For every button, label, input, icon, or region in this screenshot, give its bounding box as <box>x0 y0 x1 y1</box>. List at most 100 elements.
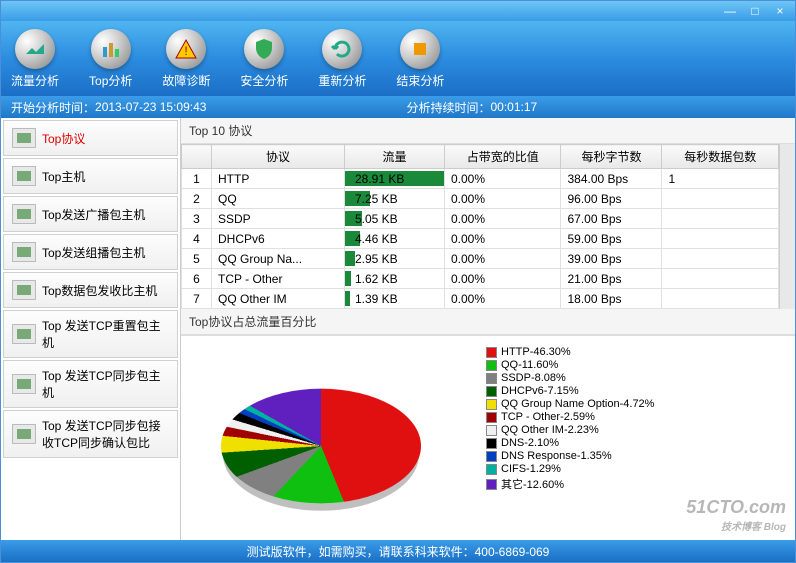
legend-item: QQ Group Name Option-4.72% <box>486 398 654 410</box>
table-row[interactable]: 6 TCP - Other 1.62 KB 0.00% 21.00 Bps <box>182 269 779 289</box>
list-icon <box>12 324 36 344</box>
cell-protocol: HTTP <box>212 169 345 189</box>
table-row[interactable]: 7 QQ Other IM 1.39 KB 0.00% 18.00 Bps <box>182 289 779 309</box>
legend-item: TCP - Other-2.59% <box>486 411 654 423</box>
row-index: 1 <box>182 169 212 189</box>
table-row[interactable]: 3 SSDP 5.05 KB 0.00% 67.00 Bps <box>182 209 779 229</box>
sidebar-label: Top 发送TCP重置包主机 <box>42 317 169 351</box>
table-scrollbar[interactable] <box>779 144 795 309</box>
cell-protocol: QQ Other IM <box>212 289 345 309</box>
cell-bps: 21.00 Bps <box>561 269 662 289</box>
toolbar-label: 结束分析 <box>396 72 444 89</box>
legend-label: DNS-2.10% <box>501 437 559 449</box>
table-row[interactable]: 2 QQ 7.25 KB 0.00% 96.00 Bps <box>182 189 779 209</box>
footer-text: 测试版软件，如需购买，请联系科来软件：400-6869-069 <box>247 543 550 560</box>
table-row[interactable]: 4 DHCPv6 4.46 KB 0.00% 59.00 Bps <box>182 229 779 249</box>
toolbar-item-0[interactable]: 流量分析 <box>11 29 59 89</box>
row-index: 3 <box>182 209 212 229</box>
legend-label: QQ Other IM-2.23% <box>501 424 599 436</box>
legend-swatch <box>486 386 497 397</box>
sidebar-item-3[interactable]: Top发送组播包主机 <box>3 234 178 270</box>
toolbar-item-2[interactable]: !故障诊断 <box>162 29 210 89</box>
toolbar-label: 重新分析 <box>318 72 366 89</box>
warn-icon: ! <box>166 29 206 69</box>
row-index: 7 <box>182 289 212 309</box>
close-button[interactable]: × <box>770 4 790 18</box>
legend-swatch <box>486 464 497 475</box>
row-index: 2 <box>182 189 212 209</box>
table-header[interactable]: 流量 <box>344 145 444 169</box>
toolbar-item-3[interactable]: 安全分析 <box>240 29 288 89</box>
cell-protocol: SSDP <box>212 209 345 229</box>
sidebar-item-0[interactable]: Top协议 <box>3 120 178 156</box>
table-row[interactable]: 5 QQ Group Na... 2.95 KB 0.00% 39.00 Bps <box>182 249 779 269</box>
sidebar-label: Top发送广播包主机 <box>42 206 145 223</box>
cell-traffic: 2.95 KB <box>344 249 444 269</box>
duration-value: 00:01:17 <box>490 100 537 114</box>
sidebar: Top协议 Top主机 Top发送广播包主机 Top发送组播包主机 Top数据包发收比主… <box>1 118 181 540</box>
legend-item: QQ-11.60% <box>486 359 654 371</box>
cell-bps: 96.00 Bps <box>561 189 662 209</box>
cell-bandwidth: 0.00% <box>444 229 561 249</box>
cell-protocol: QQ <box>212 189 345 209</box>
cell-bps: 384.00 Bps <box>561 169 662 189</box>
sidebar-label: Top 发送TCP同步包接收TCP同步确认包比 <box>42 417 169 451</box>
shield-icon <box>244 29 284 69</box>
start-time-label: 开始分析时间： <box>11 99 95 116</box>
legend-swatch <box>486 347 497 358</box>
cell-protocol: DHCPv6 <box>212 229 345 249</box>
legend-label: TCP - Other-2.59% <box>501 411 595 423</box>
sidebar-item-5[interactable]: Top 发送TCP重置包主机 <box>3 310 178 358</box>
titlebar: — □ × <box>1 1 795 21</box>
cell-traffic: 4.46 KB <box>344 229 444 249</box>
cell-bandwidth: 0.00% <box>444 189 561 209</box>
list-icon <box>12 204 36 224</box>
cell-traffic: 1.62 KB <box>344 269 444 289</box>
sidebar-item-1[interactable]: Top主机 <box>3 158 178 194</box>
cell-bandwidth: 0.00% <box>444 269 561 289</box>
sidebar-label: Top协议 <box>42 130 85 147</box>
cell-pps: 1 <box>662 169 779 189</box>
cell-bps: 18.00 Bps <box>561 289 662 309</box>
sidebar-label: Top发送组播包主机 <box>42 244 145 261</box>
table-header[interactable]: 每秒字节数 <box>561 145 662 169</box>
legend-item: DNS-2.10% <box>486 437 654 449</box>
table-row[interactable]: 1 HTTP 28.91 KB 0.00% 384.00 Bps 1 <box>182 169 779 189</box>
sidebar-item-7[interactable]: Top 发送TCP同步包接收TCP同步确认包比 <box>3 410 178 458</box>
chart-legend: HTTP-46.30%QQ-11.60%SSDP-8.08%DHCPv6-7.1… <box>486 346 654 530</box>
toolbar-item-1[interactable]: Top分析 <box>89 29 132 89</box>
table-header[interactable] <box>182 145 212 169</box>
minimize-button[interactable]: — <box>720 4 740 18</box>
table-header[interactable]: 每秒数据包数 <box>662 145 779 169</box>
legend-swatch <box>486 438 497 449</box>
legend-label: SSDP-8.08% <box>501 372 566 384</box>
legend-item: SSDP-8.08% <box>486 372 654 384</box>
protocol-table: 协议流量占带宽的比值每秒字节数每秒数据包数 1 HTTP 28.91 KB 0.… <box>181 144 779 309</box>
table-wrapper[interactable]: 协议流量占带宽的比值每秒字节数每秒数据包数 1 HTTP 28.91 KB 0.… <box>181 144 795 309</box>
table-header[interactable]: 占带宽的比值 <box>444 145 561 169</box>
cell-pps <box>662 209 779 229</box>
cell-protocol: TCP - Other <box>212 269 345 289</box>
chart-area: HTTP-46.30%QQ-11.60%SSDP-8.08%DHCPv6-7.1… <box>181 335 795 540</box>
legend-swatch <box>486 425 497 436</box>
legend-swatch <box>486 373 497 384</box>
sidebar-item-2[interactable]: Top发送广播包主机 <box>3 196 178 232</box>
toolbar-label: 流量分析 <box>11 72 59 89</box>
sidebar-item-6[interactable]: Top 发送TCP同步包主机 <box>3 360 178 408</box>
cell-pps <box>662 249 779 269</box>
sidebar-item-4[interactable]: Top数据包发收比主机 <box>3 272 178 308</box>
toolbar-item-5[interactable]: 结束分析 <box>396 29 444 89</box>
cell-protocol: QQ Group Na... <box>212 249 345 269</box>
stop-icon <box>400 29 440 69</box>
legend-label: HTTP-46.30% <box>501 346 571 358</box>
main-area: Top协议 Top主机 Top发送广播包主机 Top发送组播包主机 Top数据包发收比主… <box>1 118 795 540</box>
legend-swatch <box>486 412 497 423</box>
legend-label: DNS Response-1.35% <box>501 450 612 462</box>
toolbar-item-4[interactable]: 重新分析 <box>318 29 366 89</box>
legend-item: 其它-12.60% <box>486 476 654 492</box>
cell-traffic: 5.05 KB <box>344 209 444 229</box>
legend-swatch <box>486 479 497 490</box>
legend-label: CIFS-1.29% <box>501 463 561 475</box>
maximize-button[interactable]: □ <box>745 4 765 18</box>
table-header[interactable]: 协议 <box>212 145 345 169</box>
